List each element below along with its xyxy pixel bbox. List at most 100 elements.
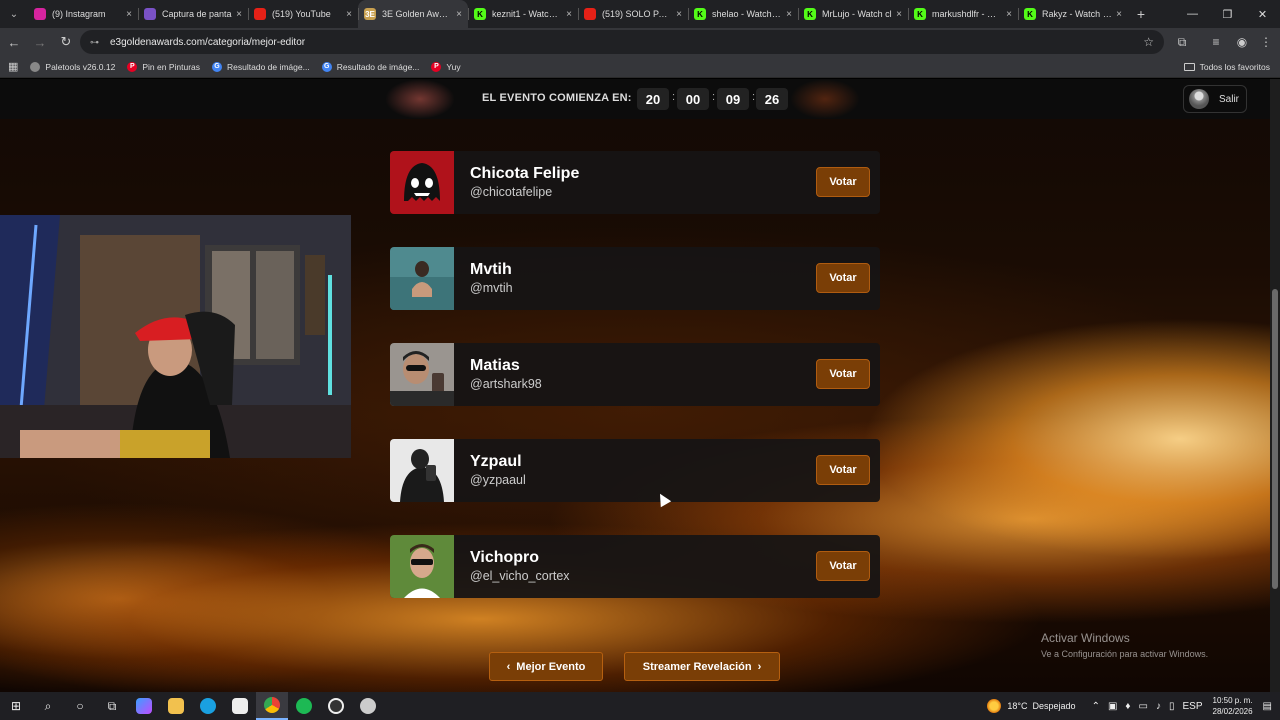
meet-icon[interactable]: ▣ [1108, 701, 1117, 712]
youtube-icon [584, 8, 596, 20]
profile-avatar-icon[interactable]: ◉ [1230, 30, 1254, 54]
address-toolbar: ← → ↻ ⊶ e3goldenawards.com/categoria/mej… [0, 28, 1280, 56]
bookmark-label: Resultado de imáge... [227, 61, 310, 72]
browser-tab[interactable]: Captura de panta × [138, 0, 248, 28]
user-avatar [1189, 89, 1209, 109]
tab-close-icon[interactable]: × [346, 9, 352, 20]
countdown-minutes: 09 [717, 88, 749, 110]
volume-icon[interactable]: ♪ [1156, 701, 1161, 712]
tab-close-icon[interactable]: × [896, 9, 902, 20]
tab-title: markushdlfr - Wat [932, 9, 1003, 19]
kick-icon: K [474, 8, 486, 20]
tab-close-icon[interactable]: × [786, 9, 792, 20]
bookmark-label: Yuy [446, 61, 461, 72]
browser-tab[interactable]: K MrLujo - Watch cl × [798, 0, 908, 28]
browser-tab[interactable]: Kshelao - Watch cli × [688, 0, 798, 28]
bookmark-item[interactable]: P Pin en Pinturas [127, 61, 200, 72]
obs-icon[interactable] [320, 692, 352, 720]
countdown-seconds: 26 [756, 88, 788, 110]
battery-icon[interactable]: ▯ [1169, 701, 1175, 712]
forward-icon[interactable]: → [28, 30, 52, 54]
microphone-icon[interactable]: ♦ [1125, 701, 1130, 712]
tab-close-icon[interactable]: × [1006, 9, 1012, 20]
next-category-button[interactable]: Streamer Revelación › [624, 652, 780, 681]
bookmark-item[interactable]: G Resultado de imáge... [212, 61, 310, 72]
browser-tab[interactable]: K Rakyz - Watch clip × [1018, 0, 1128, 28]
apps-grid-icon[interactable]: ▦ [8, 60, 18, 73]
weather-sun-icon [987, 699, 1002, 713]
tab-title: (519) SOLO PASA [602, 9, 673, 19]
bookmark-star-icon[interactable]: ☆ [1143, 35, 1154, 49]
tab-search-icon[interactable]: ⌄ [0, 0, 28, 28]
tab-close-icon[interactable]: × [456, 9, 462, 20]
reload-icon[interactable]: ↻ [54, 30, 78, 54]
browser-tab[interactable]: Kkeznit1 - Watch cl × [468, 0, 578, 28]
chevron-up-icon[interactable]: ⌃ [1092, 701, 1100, 712]
clock[interactable]: 10:50 p. m. 28/02/2026 [1213, 695, 1253, 717]
browser-tab[interactable]: Kmarkushdlfr - Wat × [908, 0, 1018, 28]
cortana-icon[interactable]: ○ [64, 692, 96, 720]
weather-widget[interactable]: 18°C Despejado [987, 699, 1076, 713]
folder-icon [1183, 62, 1195, 71]
nominee-card: Matias @artshark98 Votar [390, 343, 880, 406]
chrome-icon[interactable] [256, 692, 288, 720]
tab-close-icon[interactable]: × [236, 9, 242, 20]
spotify-icon[interactable] [288, 692, 320, 720]
network-icon[interactable]: ▭ [1139, 701, 1148, 712]
bookmark-item[interactable]: G Resultado de imáge... [321, 61, 420, 72]
vote-button[interactable]: Votar [816, 263, 870, 293]
new-tab-button[interactable]: + [1128, 0, 1154, 28]
nominee-handle: @chicotafelipe [470, 185, 553, 199]
copilot-icon[interactable] [128, 692, 160, 720]
vote-button[interactable]: Votar [816, 359, 870, 389]
chevron-right-icon: › [757, 660, 762, 673]
file-explorer-icon[interactable] [160, 692, 192, 720]
countdown-separator: : [752, 91, 756, 103]
nominee-name: Mvtih [470, 261, 512, 278]
close-window-icon[interactable]: ✕ [1245, 0, 1280, 28]
store-icon[interactable] [224, 692, 256, 720]
logout-button[interactable]: Salir [1183, 85, 1247, 113]
search-icon[interactable]: ⌕ [32, 692, 64, 720]
restore-icon[interactable]: ❐ [1210, 0, 1245, 28]
tab-title: shelao - Watch cli [712, 9, 783, 19]
bookmark-favicon-icon: P [127, 61, 138, 72]
tab-close-icon[interactable]: × [1116, 9, 1122, 20]
vote-button[interactable]: Votar [816, 167, 870, 197]
extensions-icon[interactable]: ⧉ [1170, 30, 1194, 54]
page-scrollbar[interactable] [1270, 79, 1280, 692]
vote-button[interactable]: Votar [816, 455, 870, 485]
vote-button[interactable]: Votar [816, 551, 870, 581]
tab-title: Captura de panta [162, 9, 232, 19]
nominee-handle: @artshark98 [470, 377, 542, 391]
nominee-card: Yzpaul @yzpaaul Votar [390, 439, 880, 502]
windows-start-icon[interactable]: ⊞ [0, 692, 32, 720]
bookmark-item[interactable]: Paletools v26.0.12 [30, 61, 115, 72]
back-icon[interactable]: ← [2, 30, 26, 54]
url-bar[interactable]: ⊶ e3goldenawards.com/categoria/mejor-edi… [80, 30, 1164, 54]
bookmark-label: Resultado de imáge... [336, 61, 420, 72]
countdown-separator: : [672, 91, 676, 103]
tab-close-icon[interactable]: × [126, 9, 132, 20]
browser-tab[interactable]: (519) SOLO PASA × [578, 0, 688, 28]
site-info-icon[interactable]: ⊶ [90, 37, 102, 48]
minimize-icon[interactable]: — [1175, 0, 1210, 28]
menu-kebab-icon[interactable]: ⋮ [1254, 30, 1278, 54]
tab-close-icon[interactable]: × [676, 9, 682, 20]
instagram-icon [34, 8, 46, 20]
language-indicator[interactable]: ESP [1182, 701, 1202, 712]
task-view-icon[interactable]: ⧉ [96, 692, 128, 720]
browser-tab[interactable]: 3E 3E Golden Awards × [358, 0, 468, 28]
tab-title: 3E Golden Awards [382, 9, 453, 19]
bookmark-item[interactable]: P Yuy [431, 61, 461, 72]
browser-tab[interactable]: (9) Instagram × [28, 0, 138, 28]
edge-icon[interactable] [192, 692, 224, 720]
browser-tab[interactable]: (519) YouTube × [248, 0, 358, 28]
all-bookmarks-link[interactable]: Todos los favoritos [1183, 62, 1270, 72]
reading-list-icon[interactable]: ≡ [1204, 30, 1228, 54]
app-icon[interactable] [352, 692, 384, 720]
notifications-icon[interactable]: ▤ [1263, 701, 1272, 712]
tab-close-icon[interactable]: × [566, 9, 572, 20]
prev-category-button[interactable]: ‹ Mejor Evento [489, 652, 603, 681]
scrollbar-thumb[interactable] [1272, 289, 1278, 589]
